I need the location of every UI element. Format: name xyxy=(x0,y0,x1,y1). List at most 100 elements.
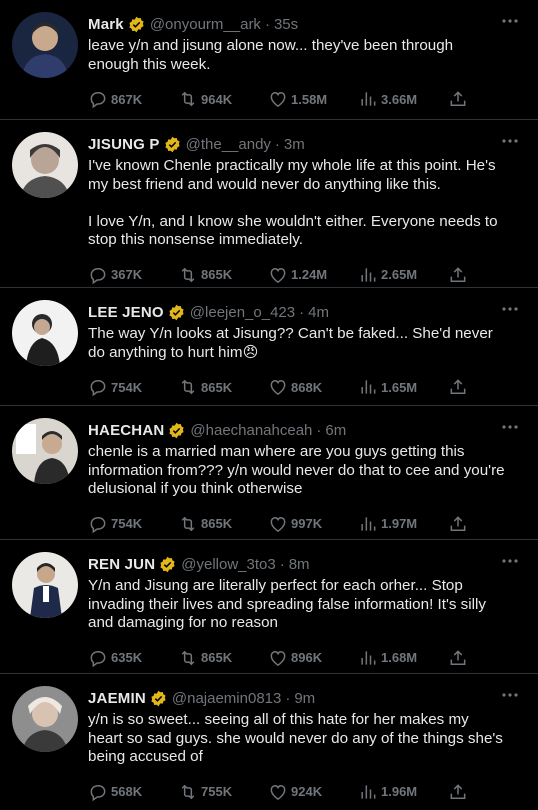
like-button[interactable]: 997K xyxy=(268,514,358,534)
share-button[interactable] xyxy=(448,782,472,802)
reply-count: 367K xyxy=(111,267,143,282)
display-name[interactable]: REN JUN xyxy=(88,556,155,573)
views-button[interactable]: 3.66M xyxy=(358,89,448,109)
share-icon xyxy=(450,649,466,665)
like-count: 1.58M xyxy=(291,91,328,107)
like-button[interactable]: 1.58M xyxy=(268,89,358,109)
avatar[interactable] xyxy=(12,12,78,78)
views-icon xyxy=(361,784,376,799)
avatar[interactable] xyxy=(12,686,78,752)
retweet-icon xyxy=(181,650,195,665)
avatar[interactable] xyxy=(12,552,78,618)
like-count: 896K xyxy=(291,650,323,665)
tweet[interactable]: JISUNG P @the__andy · 3m I've known Chen… xyxy=(0,120,538,288)
views-button[interactable]: 2.65M xyxy=(358,265,448,285)
view-count: 1.68M xyxy=(381,650,418,665)
more-icon[interactable] xyxy=(500,554,520,568)
share-button[interactable] xyxy=(448,377,472,397)
views-button[interactable]: 1.96M xyxy=(358,782,448,802)
display-name[interactable]: Mark xyxy=(88,16,124,33)
handle[interactable]: @leejen_o_423 xyxy=(190,304,295,321)
reply-button[interactable]: 867K xyxy=(88,89,178,109)
more-icon[interactable] xyxy=(500,420,520,434)
reply-icon xyxy=(90,91,106,109)
action-bar: 867K 964K 1.58M 3.66M xyxy=(88,82,520,118)
timestamp[interactable]: 4m xyxy=(308,304,329,321)
separator: · xyxy=(285,689,291,707)
verified-badge-icon xyxy=(159,556,176,573)
views-icon xyxy=(361,92,376,106)
handle[interactable]: @najaemin0813 xyxy=(172,690,281,707)
retweet-button[interactable]: 865K xyxy=(178,377,268,397)
like-button[interactable]: 868K xyxy=(268,377,358,397)
retweet-button[interactable]: 865K xyxy=(178,265,268,285)
handle[interactable]: @yellow_3to3 xyxy=(181,556,275,573)
views-button[interactable]: 1.65M xyxy=(358,377,448,397)
share-icon xyxy=(450,783,466,799)
handle[interactable]: @haechanahceah xyxy=(190,422,312,439)
views-button[interactable]: 1.97M xyxy=(358,514,448,534)
heart-icon xyxy=(270,650,286,666)
view-count: 2.65M xyxy=(381,267,418,282)
separator: · xyxy=(279,555,285,573)
display-name[interactable]: JISUNG P xyxy=(88,136,160,153)
tweet[interactable]: HAECHAN @haechanahceah · 6m chenle is a … xyxy=(0,406,538,540)
retweet-icon xyxy=(181,784,195,799)
retweet-button[interactable]: 865K xyxy=(178,514,268,534)
avatar[interactable] xyxy=(12,418,78,484)
reply-count: 754K xyxy=(111,379,143,395)
avatar[interactable] xyxy=(12,300,78,366)
share-button[interactable] xyxy=(448,265,472,285)
handle[interactable]: @onyourm__ark xyxy=(150,16,261,33)
tweet[interactable]: JAEMIN @najaemin0813 · 9m y/n is so swee… xyxy=(0,674,538,810)
like-button[interactable]: 924K xyxy=(268,782,358,802)
like-button[interactable]: 1.24M xyxy=(268,265,358,285)
reply-button[interactable]: 754K xyxy=(88,377,178,397)
handle[interactable]: @the__andy xyxy=(186,136,271,153)
avatar[interactable] xyxy=(12,132,78,198)
reply-button[interactable]: 754K xyxy=(88,514,178,534)
display-name[interactable]: LEE JENO xyxy=(88,304,164,321)
views-icon xyxy=(361,516,376,531)
more-icon[interactable] xyxy=(500,134,520,148)
more-icon[interactable] xyxy=(500,688,520,702)
share-icon xyxy=(450,515,466,531)
retweet-button[interactable]: 755K xyxy=(178,782,268,802)
view-count: 3.66M xyxy=(381,91,418,107)
tweet[interactable]: Mark @onyourm__ark · 35s leave y/n and j… xyxy=(0,0,538,120)
retweet-icon xyxy=(181,516,195,531)
display-name[interactable]: HAECHAN xyxy=(88,422,164,439)
reply-icon xyxy=(90,379,106,397)
timestamp[interactable]: 3m xyxy=(284,136,305,153)
separator: · xyxy=(316,421,322,439)
views-button[interactable]: 1.68M xyxy=(358,648,448,668)
action-bar: 754K 865K 868K 1.65M xyxy=(88,370,520,406)
share-button[interactable] xyxy=(448,89,472,109)
retweet-button[interactable]: 865K xyxy=(178,648,268,668)
reply-button[interactable]: 367K xyxy=(88,265,178,285)
reply-count: 568K xyxy=(111,784,143,799)
reply-button[interactable]: 568K xyxy=(88,782,178,802)
separator: · xyxy=(274,135,280,153)
retweet-icon xyxy=(181,91,195,107)
share-icon xyxy=(450,266,466,282)
like-button[interactable]: 896K xyxy=(268,648,358,668)
timestamp[interactable]: 9m xyxy=(294,690,315,707)
display-name[interactable]: JAEMIN xyxy=(88,690,146,707)
timestamp[interactable]: 6m xyxy=(325,422,346,439)
tweet[interactable]: LEE JENO @leejen_o_423 · 4m The way Y/n … xyxy=(0,288,538,406)
share-button[interactable] xyxy=(448,514,472,534)
timestamp[interactable]: 8m xyxy=(289,556,310,573)
share-button[interactable] xyxy=(448,648,472,668)
reply-button[interactable]: 635K xyxy=(88,648,178,668)
tweet[interactable]: REN JUN @yellow_3to3 · 8m Y/n and Jisung… xyxy=(0,540,538,674)
more-icon[interactable] xyxy=(500,302,520,316)
retweet-count: 964K xyxy=(201,91,233,107)
reply-icon xyxy=(90,516,106,533)
retweet-icon xyxy=(181,379,195,395)
retweet-button[interactable]: 964K xyxy=(178,89,268,109)
verified-badge-icon xyxy=(168,304,185,321)
views-icon xyxy=(361,267,376,282)
timestamp[interactable]: 35s xyxy=(274,16,298,33)
more-icon[interactable] xyxy=(500,14,520,28)
